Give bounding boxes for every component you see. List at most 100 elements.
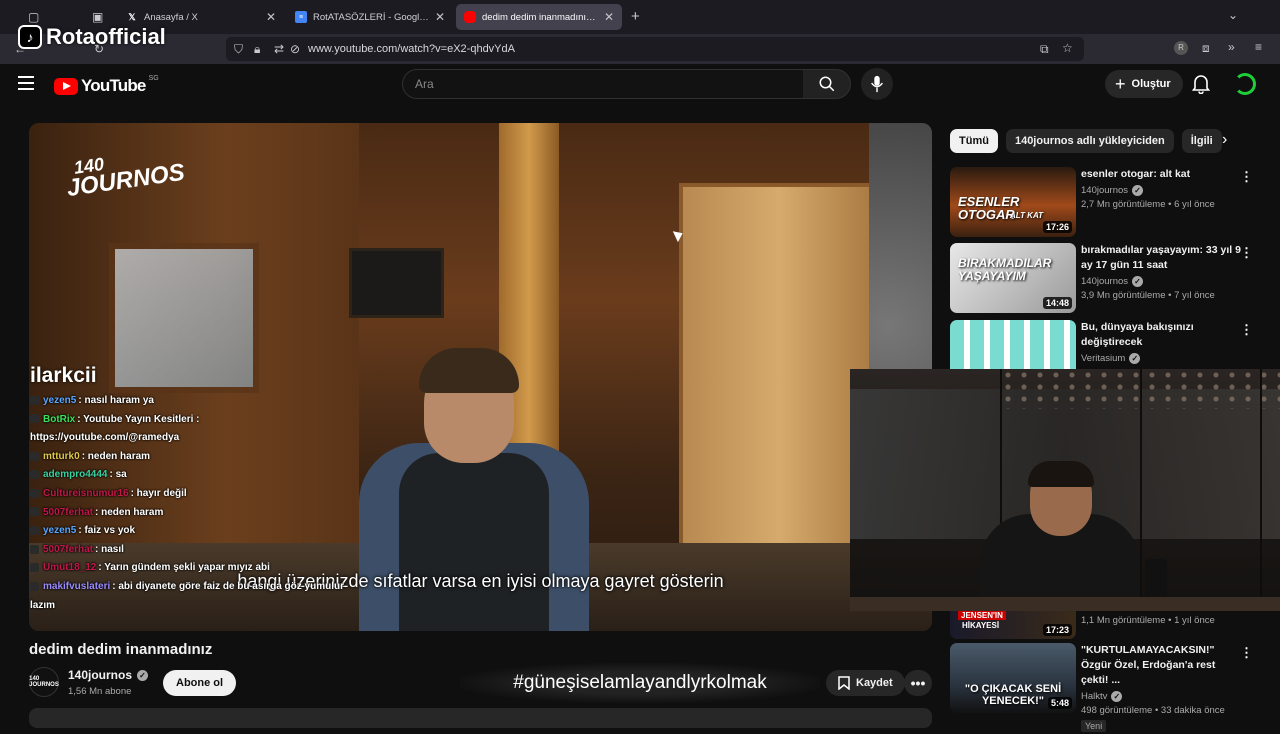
verified-check-icon: ✓ [1129, 353, 1141, 364]
chat-badge-icon [30, 414, 39, 424]
hashtag-overlay: #güneşiselamlayandlyrkolmak [460, 663, 820, 703]
permissions-icon[interactable]: ⇄ [274, 42, 284, 56]
profile-icon[interactable]: R [1174, 41, 1188, 55]
url-text[interactable]: www.youtube.com/watch?v=eX2-qhdvYdA [308, 43, 515, 55]
address-bar[interactable]: ⛉ 🔒︎ ⇄ ⊘ www.youtube.com/watch?v=eX2-qhd… [226, 37, 1084, 61]
video-title[interactable]: bırakmadılar yaşayayım: 33 yıl 9 ay 17 g… [1081, 243, 1241, 273]
shield-icon[interactable]: ⛉ [234, 42, 243, 57]
chat-username: Cultureisnumur16 [43, 487, 129, 499]
more-options-icon[interactable]: ⋮ [1240, 645, 1253, 661]
search-button[interactable] [803, 69, 851, 99]
video-frame-tv [349, 248, 444, 318]
chat-badge-icon [30, 488, 39, 498]
search-icon [819, 76, 834, 92]
close-tab-icon[interactable]: ✕ [266, 10, 276, 24]
chat-badge-icon [30, 470, 39, 480]
sidebar-toggle-icon[interactable]: ▢ [28, 10, 39, 24]
video-title[interactable]: Bu, dünyaya bakışınızı değiştirecek [1081, 320, 1241, 350]
more-options-icon[interactable]: ⋮ [1240, 322, 1253, 338]
tab-docs[interactable]: ≡ RotATASÖZLERİ - Google Doküm ✕ [287, 4, 453, 30]
tracking-blocked-icon[interactable]: ⊘ [290, 42, 300, 56]
webcam-frame-line [1260, 369, 1262, 611]
chat-message: yezen5: faiz vs yok [30, 522, 350, 541]
microphone-icon [871, 75, 883, 93]
chat-badge-icon [30, 507, 39, 517]
webcam-cup [1145, 559, 1167, 599]
webcam-person-hair [1028, 461, 1094, 487]
chat-message: makifvuslateri: abi diyanete göre faiz d… [30, 578, 350, 615]
browser-tab-bar: ▢ ▣ 𝕏 Anasayfa / X ✕ ≡ RotATASÖZLERİ - G… [0, 0, 1280, 34]
video-thumbnail[interactable]: JENSEN'IN HİKAYESİ 17:23 [950, 611, 1076, 639]
verified-check-icon: ✓ [1132, 185, 1144, 196]
chat-text: : faiz vs yok [78, 525, 136, 537]
chat-username: adempro4444 [43, 469, 108, 481]
new-tab-icon[interactable]: + [631, 8, 640, 25]
youtube-logo[interactable]: YouTube SG [54, 75, 159, 96]
youtube-header: YouTube SG + Oluştur [0, 64, 1280, 104]
search-input[interactable] [415, 77, 803, 91]
chat-message: yezen5: nasıl haram ya [30, 392, 350, 411]
tab-list-chevron-icon[interactable]: ⌄ [1228, 8, 1238, 22]
more-actions-icon[interactable]: ••• [904, 670, 932, 696]
channel-avatar[interactable]: 140 JOURNOS [29, 667, 59, 697]
recommended-video[interactable]: BIRAKMADILAR YAŞAYAYIM 14:48 bırakmadıla… [950, 243, 1270, 313]
chat-message: 5007ferhat: nasıl [30, 541, 350, 560]
save-button[interactable]: Kaydet [826, 670, 905, 696]
chat-username: BotRix [43, 413, 76, 425]
related-filter-chips: Tümü 140journos adlı yükleyiciden İlgili [950, 129, 1222, 153]
chat-title: ilarkcii [30, 364, 97, 387]
account-avatar[interactable] [1234, 73, 1256, 95]
video-thumbnail[interactable]: ESENLER OTOGAR ALT KAT 17:26 [950, 167, 1076, 237]
chat-text: : sa [109, 469, 127, 481]
chat-badge-icon [30, 544, 39, 554]
video-thumbnail[interactable]: "O ÇIKACAK SENİ YENECEK!" 5:48 [950, 643, 1076, 713]
menu-icon[interactable]: ≡ [1255, 40, 1262, 54]
more-options-icon[interactable]: ⋮ [1240, 245, 1253, 261]
chevron-right-icon[interactable]: › [1222, 131, 1227, 149]
webcam-frame-line [1140, 369, 1142, 611]
hamburger-menu-icon[interactable] [18, 76, 34, 90]
recommended-video[interactable]: "O ÇIKACAK SENİ YENECEK!" 5:48 "KURTULAM… [950, 643, 1270, 732]
chip-from-uploader[interactable]: 140journos adlı yükleyiciden [1005, 129, 1174, 153]
chip-related[interactable]: İlgili [1181, 129, 1222, 153]
chat-badge-icon [30, 451, 39, 461]
video-title[interactable]: esenler otogar: alt kat [1081, 167, 1241, 182]
subscribe-button[interactable]: Abone ol [163, 670, 237, 696]
chip-all[interactable]: Tümü [950, 129, 998, 153]
chat-messages: yezen5: nasıl haram ya BotRix: Youtube Ya… [30, 392, 350, 615]
notifications-bell-icon[interactable] [1192, 74, 1210, 94]
lock-icon[interactable]: 🔒︎ [254, 42, 260, 57]
tab-youtube[interactable]: dedim dedim inanmadınız - Youtube ✕ [456, 4, 622, 30]
plus-icon: + [1115, 73, 1126, 94]
tab-overview-icon[interactable]: ▣ [92, 10, 103, 24]
chat-text: : neden haram [95, 506, 164, 518]
extensions-icon[interactable]: ⧈ [1202, 41, 1210, 56]
chat-username: 5007ferhat [43, 506, 94, 518]
chat-text: : hayır değil [130, 487, 187, 499]
recommended-video[interactable]: ESENLER OTOGAR ALT KAT 17:26 esenler oto… [950, 167, 1270, 237]
recommended-video[interactable]: JENSEN'IN HİKAYESİ 17:23 1,1 Mn görüntül… [950, 611, 1270, 639]
tiktok-logo-icon: ♪ [18, 25, 42, 49]
close-tab-icon[interactable]: ✕ [604, 10, 614, 24]
chat-text: : Yarın gündem şekli yapar mıyız abi [98, 562, 270, 574]
create-button[interactable]: + Oluştur [1105, 70, 1183, 98]
docs-icon: ≡ [295, 11, 307, 23]
video-thumbnail[interactable]: BIRAKMADILAR YAŞAYAYIM 14:48 [950, 243, 1076, 313]
more-options-icon[interactable]: ⋮ [1240, 169, 1253, 185]
chat-text: : neden haram [81, 450, 151, 462]
stream-chat-overlay: ilarkcii yezen5: nasıl haram ya BotRix : Y… [30, 364, 350, 615]
description-box[interactable] [29, 708, 932, 728]
bookmark-star-icon[interactable]: ☆ [1062, 41, 1073, 55]
pip-icon[interactable]: ⧉ [1040, 42, 1049, 57]
verified-check-icon: ✓ [1111, 691, 1123, 702]
chat-text: : nasıl haram ya [78, 395, 154, 406]
overflow-chevron-icon[interactable]: » [1228, 40, 1235, 54]
video-title[interactable]: "KURTULAMAYACAKSIN!" Özgür Özel, Erdoğan… [1081, 643, 1241, 688]
channel-name[interactable]: 140journos ✓ [68, 668, 149, 682]
voice-search-button[interactable] [861, 68, 893, 100]
close-tab-icon[interactable]: ✕ [435, 10, 445, 24]
streamer-webcam [850, 369, 1280, 611]
browser-toolbar: ← ↻ ⛉ 🔒︎ ⇄ ⊘ www.youtube.com/watch?v=eX2… [0, 34, 1280, 64]
chat-badge-icon [30, 581, 39, 591]
video-title: dedim dedim inanmadınız [29, 641, 213, 658]
